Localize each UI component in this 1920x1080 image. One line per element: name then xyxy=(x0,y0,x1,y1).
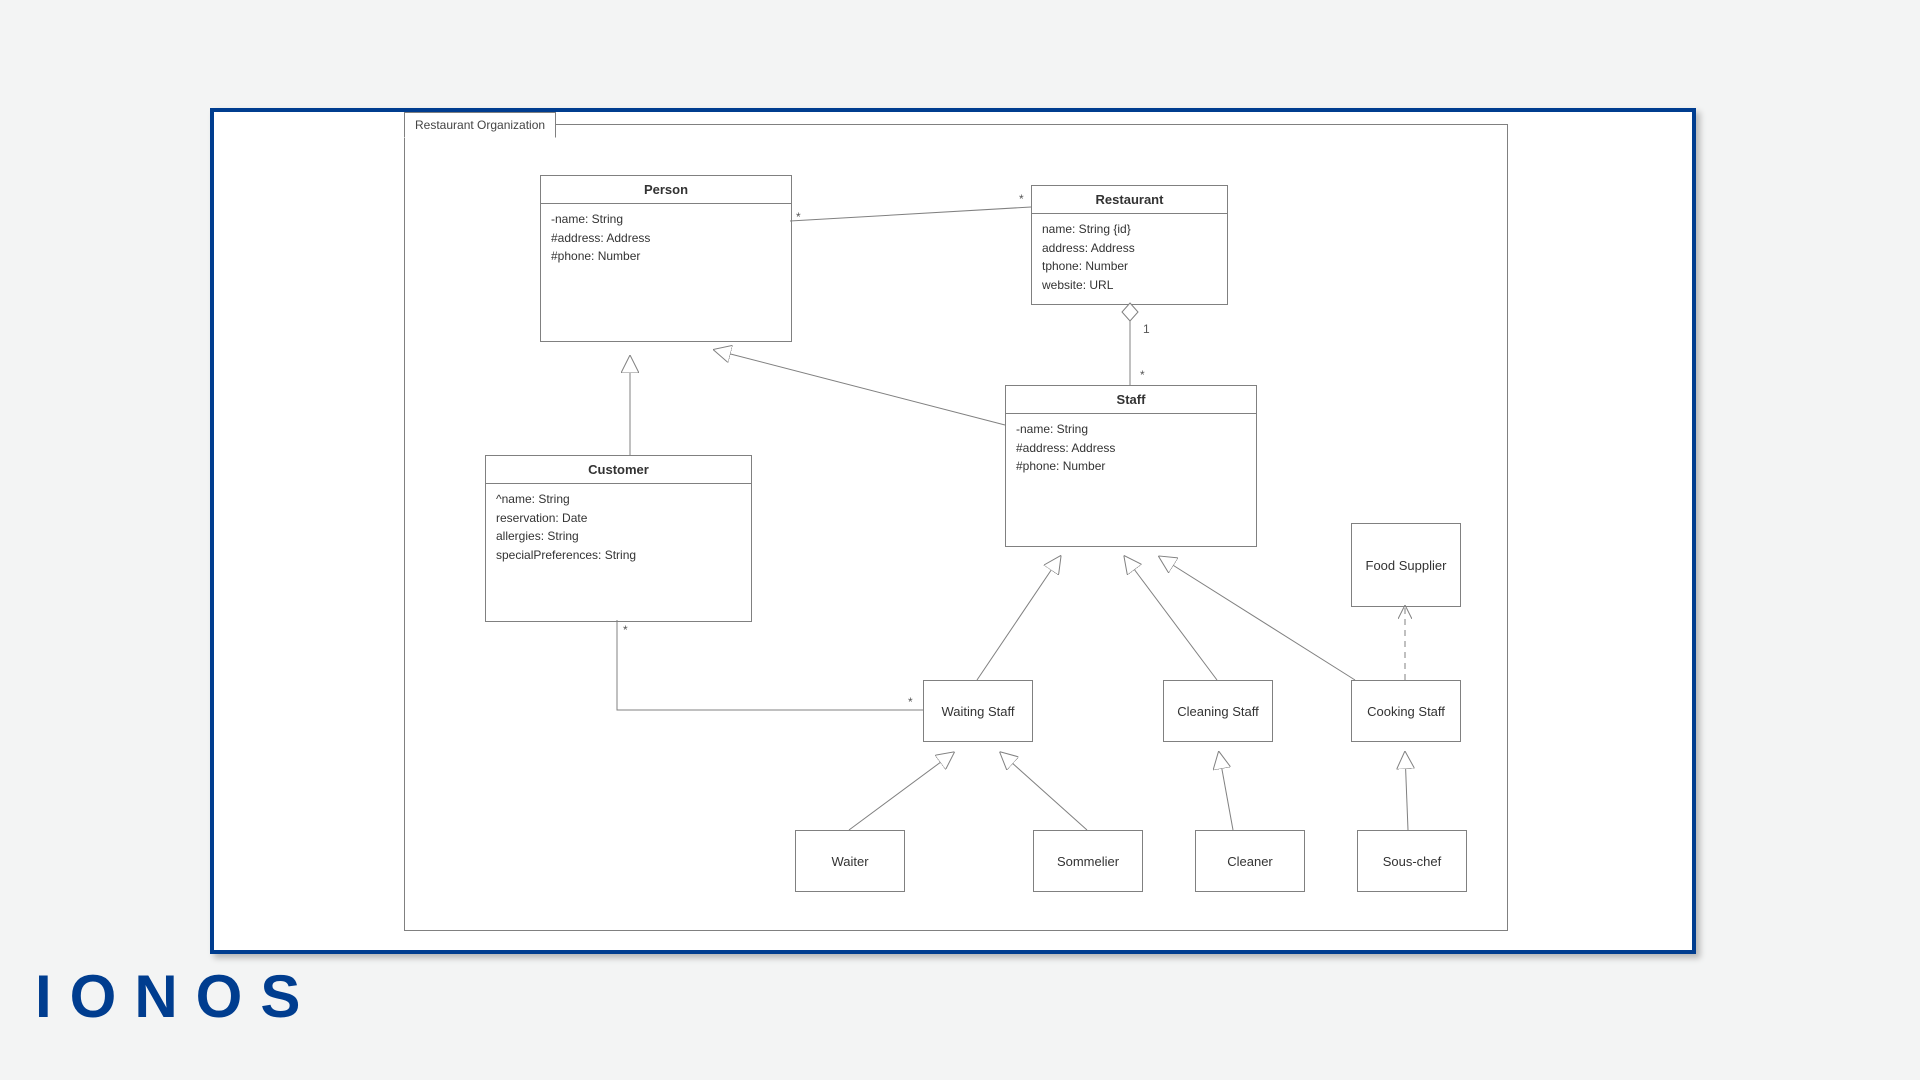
mult-rest-staff-rest: 1 xyxy=(1143,322,1150,336)
class-waiter: Waiter xyxy=(795,830,905,892)
class-staff: Staff -name: String #address: Address #p… xyxy=(1005,385,1257,547)
class-sous-chef: Sous-chef xyxy=(1357,830,1467,892)
class-staff-attrs: -name: String #address: Address #phone: … xyxy=(1006,414,1256,484)
mult-person-rest-person: * xyxy=(796,210,801,224)
brand-logo: IONOS xyxy=(35,962,318,1031)
class-sommelier: Sommelier xyxy=(1033,830,1143,892)
mult-rest-staff-staff: * xyxy=(1140,368,1145,382)
class-person: Person -name: String #address: Address #… xyxy=(540,175,792,342)
class-restaurant: Restaurant name: String {id} address: Ad… xyxy=(1031,185,1228,305)
class-customer: Customer ^name: String reservation: Date… xyxy=(485,455,752,622)
mult-person-rest-rest: * xyxy=(1019,192,1024,206)
class-cleaning-staff: Cleaning Staff xyxy=(1163,680,1273,742)
mult-cust-wait-wait: * xyxy=(908,695,913,709)
mult-cust-wait-cust: * xyxy=(623,623,628,637)
package-frame: Restaurant Organization Person -name: St… xyxy=(404,124,1508,931)
class-customer-attrs: ^name: String reservation: Date allergie… xyxy=(486,484,751,572)
class-person-name: Person xyxy=(541,176,791,204)
class-staff-name: Staff xyxy=(1006,386,1256,414)
class-person-attrs: -name: String #address: Address #phone: … xyxy=(541,204,791,274)
class-restaurant-name: Restaurant xyxy=(1032,186,1227,214)
class-waiting-staff: Waiting Staff xyxy=(923,680,1033,742)
class-restaurant-attrs: name: String {id} address: Address tphon… xyxy=(1032,214,1227,302)
class-customer-name: Customer xyxy=(486,456,751,484)
package-label: Restaurant Organization xyxy=(404,112,556,138)
class-food-supplier: Food Supplier xyxy=(1351,523,1461,607)
class-cleaner: Cleaner xyxy=(1195,830,1305,892)
class-cooking-staff: Cooking Staff xyxy=(1351,680,1461,742)
diagram-card: Restaurant Organization Person -name: St… xyxy=(210,108,1696,954)
